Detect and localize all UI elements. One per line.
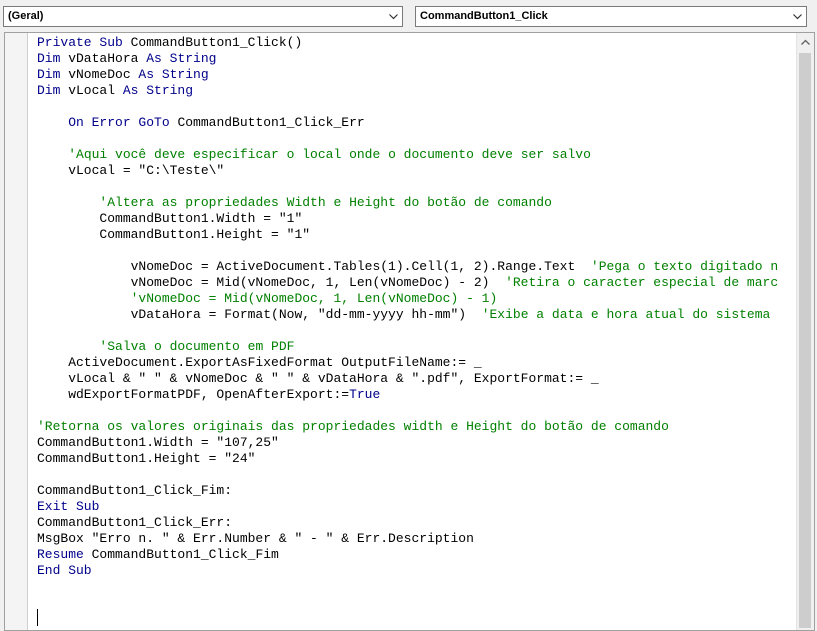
code-line[interactable]: Dim vLocal As String	[37, 83, 792, 99]
procedure-dropdown[interactable]: CommandButton1_Click	[415, 6, 807, 27]
code-line[interactable]: End Sub	[37, 563, 792, 579]
chevron-down-icon[interactable]	[384, 7, 402, 26]
code-line[interactable]: 'Altera as propriedades Width e Height d…	[37, 195, 792, 211]
code-line[interactable]: CommandButton1.Height = "24"	[37, 451, 792, 467]
code-comment: 'Pega o texto digitado n	[590, 259, 779, 274]
code-text: vDataHora = Format(Now, "dd-mm-yyyy hh-m…	[37, 307, 482, 322]
code-comment: 'Altera as propriedades Width e Height d…	[99, 195, 552, 210]
code-text: CommandButton1_Click_Fim	[83, 547, 279, 562]
code-text: ActiveDocument.ExportAsFixedFormat Outpu…	[37, 355, 482, 370]
code-line[interactable]: vNomeDoc = ActiveDocument.Tables(1).Cell…	[37, 259, 792, 275]
code-line[interactable]: CommandButton1.Width = "107,25"	[37, 435, 792, 451]
code-line[interactable]	[37, 131, 792, 147]
chevron-down-icon[interactable]	[788, 7, 806, 26]
code-line[interactable]	[37, 179, 792, 195]
code-text: CommandButton1.Width = "107,25"	[37, 435, 279, 450]
vertical-scrollbar[interactable]	[796, 33, 814, 630]
code-line[interactable]: Exit Sub	[37, 499, 792, 515]
code-comment: 'Aqui você deve especificar o local onde…	[68, 147, 591, 162]
code-text: CommandButton1_Click_Fim:	[37, 483, 233, 498]
scroll-up-arrow-icon[interactable]	[797, 33, 814, 50]
code-line[interactable]: 'Aqui você deve especificar o local onde…	[37, 147, 792, 163]
code-text: vLocal = "C:\Teste\"	[37, 163, 225, 178]
code-text: CommandButton1.Height = "24"	[37, 451, 256, 466]
code-line[interactable]: CommandButton1.Width = "1"	[37, 211, 792, 227]
scrollbar-thumb[interactable]	[799, 53, 811, 628]
editor-margin-indicator-bar[interactable]	[5, 33, 28, 630]
code-line[interactable]: Resume CommandButton1_Click_Fim	[37, 547, 792, 563]
code-line[interactable]: vLocal & " " & vNomeDoc & " " & vDataHor…	[37, 371, 792, 387]
code-text: vDataHora	[60, 51, 147, 66]
code-line[interactable]: CommandButton1_Click_Fim:	[37, 483, 792, 499]
code-comment: 'Retira o caracter especial de marc	[505, 275, 779, 290]
code-line[interactable]: On Error GoTo CommandButton1_Click_Err	[37, 115, 792, 131]
code-comment: 'Exibe a data e hora atual do sistema	[481, 307, 771, 322]
code-keyword: Dim	[37, 67, 61, 82]
code-line[interactable]	[37, 323, 792, 339]
code-keyword: Exit Sub	[37, 499, 100, 514]
code-line[interactable]	[37, 403, 792, 419]
code-line[interactable]: ActiveDocument.ExportAsFixedFormat Outpu…	[37, 355, 792, 371]
code-keyword: End Sub	[37, 563, 92, 578]
code-keyword: As String	[122, 83, 194, 98]
code-line[interactable]: Private Sub CommandButton1_Click()	[37, 35, 792, 51]
text-cursor	[37, 609, 38, 626]
code-text: vLocal	[60, 83, 123, 98]
code-line[interactable]: 'Salva o documento em PDF	[37, 339, 792, 355]
code-keyword: Dim	[37, 83, 61, 98]
code-line[interactable]: CommandButton1_Click_Err:	[37, 515, 792, 531]
code-line[interactable]: CommandButton1.Height = "1"	[37, 227, 792, 243]
object-dropdown-value: (Geral)	[8, 10, 44, 22]
code-line[interactable]: 'Retorna os valores originais das propri…	[37, 419, 792, 435]
code-line[interactable]: Dim vNomeDoc As String	[37, 67, 792, 83]
code-line[interactable]: vLocal = "C:\Teste\"	[37, 163, 792, 179]
code-keyword: True	[349, 387, 381, 402]
module-toolbar: (Geral) CommandButton1_Click	[0, 0, 817, 32]
code-text: CommandButton1.Width = "1"	[37, 211, 303, 226]
code-line[interactable]: wdExportFormatPDF, OpenAfterExport:=True	[37, 387, 792, 403]
code-text: CommandButton1_Click_Err	[169, 115, 365, 130]
object-dropdown[interactable]: (Geral)	[3, 6, 403, 27]
code-comment: 'Retorna os valores originais das propri…	[37, 419, 669, 434]
code-keyword: As String	[146, 51, 217, 66]
procedure-dropdown-value: CommandButton1_Click	[420, 10, 548, 22]
code-text: vNomeDoc	[60, 67, 139, 82]
code-line[interactable]	[37, 467, 792, 483]
code-text: CommandButton1.Height = "1"	[37, 227, 311, 242]
code-line[interactable]: 'vNomeDoc = Mid(vNomeDoc, 1, Len(vNomeDo…	[37, 291, 792, 307]
code-text: vNomeDoc = Mid(vNomeDoc, 1, Len(vNomeDoc…	[37, 275, 506, 290]
code-text: vNomeDoc = ActiveDocument.Tables(1).Cell…	[37, 259, 591, 274]
code-line[interactable]: vDataHora = Format(Now, "dd-mm-yyyy hh-m…	[37, 307, 792, 323]
code-editor[interactable]: Private Sub CommandButton1_Click() Dim vD…	[4, 32, 815, 631]
code-line[interactable]: MsgBox "Erro n. " & Err.Number & " - " &…	[37, 531, 792, 547]
code-text: vLocal & " " & vNomeDoc & " " & vDataHor…	[37, 371, 599, 386]
code-keyword: Resume	[37, 547, 84, 562]
code-line[interactable]	[37, 99, 792, 115]
code-line[interactable]: Dim vDataHora As String	[37, 51, 792, 67]
code-line[interactable]	[37, 243, 792, 259]
code-area[interactable]: Private Sub CommandButton1_Click() Dim vD…	[37, 35, 792, 579]
code-comment: 'Salva o documento em PDF	[99, 339, 295, 354]
code-text: MsgBox "Erro n. " & Err.Number & " - " &…	[37, 531, 474, 546]
code-text: wdExportFormatPDF, OpenAfterExport:=	[37, 387, 350, 402]
code-text: CommandButton1_Click_Err:	[37, 515, 233, 530]
code-text: CommandButton1_Click()	[122, 35, 303, 50]
code-keyword: As String	[138, 67, 209, 82]
code-keyword: Dim	[37, 51, 61, 66]
code-keyword: Private Sub	[37, 35, 123, 50]
code-keyword: On Error GoTo	[68, 115, 170, 130]
code-comment: 'vNomeDoc = Mid(vNomeDoc, 1, Len(vNomeDo…	[130, 291, 498, 306]
code-line[interactable]: vNomeDoc = Mid(vNomeDoc, 1, Len(vNomeDoc…	[37, 275, 792, 291]
